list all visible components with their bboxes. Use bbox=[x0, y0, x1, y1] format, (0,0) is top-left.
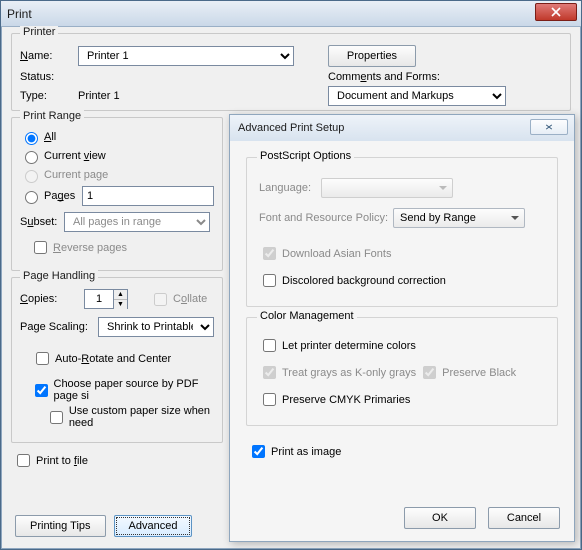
collate-label: Collate bbox=[173, 293, 207, 305]
properties-button[interactable]: Properties bbox=[328, 45, 416, 67]
cancel-button[interactable]: Cancel bbox=[488, 507, 560, 529]
type-value: Printer 1 bbox=[78, 90, 294, 102]
advanced-setup-dialog: Advanced Print Setup PostScript Options … bbox=[229, 114, 575, 542]
print-to-file-label: Print to file bbox=[36, 455, 88, 467]
close-icon bbox=[551, 7, 561, 17]
page-handling-group: Page Handling Copies: ▲▼ Collate Page Sc… bbox=[11, 277, 223, 443]
advanced-close-button[interactable] bbox=[530, 119, 568, 135]
use-custom-label: Use custom paper size when need bbox=[69, 405, 214, 429]
advanced-titlebar[interactable]: Advanced Print Setup bbox=[230, 115, 574, 141]
advanced-button[interactable]: Advanced bbox=[114, 515, 193, 537]
color-mgmt-group: Color Management Let printer determine c… bbox=[246, 317, 558, 426]
choose-paper-checkbox[interactable] bbox=[35, 384, 48, 397]
range-currentpage-radio bbox=[25, 170, 38, 183]
print-as-image-checkbox[interactable] bbox=[252, 445, 265, 458]
titlebar[interactable]: Print bbox=[1, 1, 581, 27]
choose-paper-label: Choose paper source by PDF page si bbox=[54, 378, 215, 402]
collate-checkbox bbox=[154, 293, 167, 306]
preserve-black-label: Preserve Black bbox=[442, 367, 516, 379]
page-scaling-select[interactable]: Shrink to Printable Area bbox=[98, 317, 214, 337]
advanced-title: Advanced Print Setup bbox=[238, 122, 344, 134]
spin-down-icon[interactable]: ▼ bbox=[114, 300, 127, 309]
ph-legend: Page Handling bbox=[20, 270, 98, 282]
range-all-label: All bbox=[44, 131, 56, 143]
let-printer-checkbox[interactable] bbox=[263, 339, 276, 352]
printer-name-select[interactable]: Printer 1 bbox=[78, 46, 294, 66]
range-pages-radio[interactable] bbox=[25, 191, 38, 204]
status-label: Status: bbox=[20, 71, 78, 83]
print-to-file-checkbox[interactable] bbox=[17, 454, 30, 467]
printer-legend: Printer bbox=[20, 26, 58, 38]
close-button[interactable] bbox=[535, 3, 577, 21]
ps-legend: PostScript Options bbox=[257, 150, 354, 162]
comments-label: Comments and Forms: bbox=[328, 71, 440, 83]
preserve-cmyk-label: Preserve CMYK Primaries bbox=[282, 394, 410, 406]
cm-legend: Color Management bbox=[257, 310, 357, 322]
dl-asian-label: Download Asian Fonts bbox=[282, 248, 391, 260]
treat-grays-label: Treat grays as K-only grays bbox=[282, 367, 416, 379]
printer-group: Printer Name: Printer 1 Properties Statu… bbox=[11, 33, 571, 111]
range-pages-input[interactable] bbox=[82, 186, 214, 206]
subset-select[interactable]: All pages in range bbox=[64, 212, 210, 232]
range-pages-label: Pages bbox=[44, 190, 82, 202]
let-printer-label: Let printer determine colors bbox=[282, 340, 416, 352]
use-custom-checkbox[interactable] bbox=[50, 411, 63, 424]
language-label: Language: bbox=[259, 182, 321, 194]
print-range-group: Print Range All Current view Current pag… bbox=[11, 117, 223, 271]
frp-select[interactable]: Send by Range bbox=[393, 208, 525, 228]
reverse-pages-label: Reverse pages bbox=[53, 242, 127, 254]
range-all-radio[interactable] bbox=[25, 132, 38, 145]
copies-input[interactable] bbox=[85, 290, 113, 308]
subset-label: Subset: bbox=[20, 216, 64, 228]
reverse-pages-checkbox[interactable] bbox=[34, 241, 47, 254]
discolored-checkbox[interactable] bbox=[263, 274, 276, 287]
dl-asian-checkbox bbox=[263, 247, 276, 260]
preserve-black-checkbox bbox=[423, 366, 436, 379]
copies-label: Copies: bbox=[20, 293, 68, 305]
preserve-cmyk-checkbox[interactable] bbox=[263, 393, 276, 406]
close-x-icon bbox=[542, 123, 556, 131]
autorotate-checkbox[interactable] bbox=[36, 352, 49, 365]
treat-grays-checkbox bbox=[263, 366, 276, 379]
discolored-label: Discolored background correction bbox=[282, 275, 446, 287]
printing-tips-button[interactable]: Printing Tips bbox=[15, 515, 106, 537]
spin-up-icon[interactable]: ▲ bbox=[114, 290, 127, 300]
ok-button[interactable]: OK bbox=[404, 507, 476, 529]
copies-spinner[interactable]: ▲▼ bbox=[84, 289, 128, 309]
name-label: Name: bbox=[20, 50, 78, 62]
autorotate-label: Auto-Rotate and Center bbox=[55, 353, 171, 365]
frp-label: Font and Resource Policy: bbox=[259, 212, 393, 224]
print-as-image-label: Print as image bbox=[271, 446, 341, 458]
comments-select[interactable]: Document and Markups bbox=[328, 86, 506, 106]
window-title: Print bbox=[7, 7, 32, 21]
language-select bbox=[321, 178, 453, 198]
type-label: Type: bbox=[20, 90, 78, 102]
range-legend: Print Range bbox=[20, 110, 84, 122]
range-currentview-label: Current view bbox=[44, 150, 106, 162]
scaling-label: Page Scaling: bbox=[20, 321, 92, 333]
range-currentview-radio[interactable] bbox=[25, 151, 38, 164]
range-currentpage-label: Current page bbox=[44, 169, 108, 181]
postscript-group: PostScript Options Language: Font and Re… bbox=[246, 157, 558, 307]
